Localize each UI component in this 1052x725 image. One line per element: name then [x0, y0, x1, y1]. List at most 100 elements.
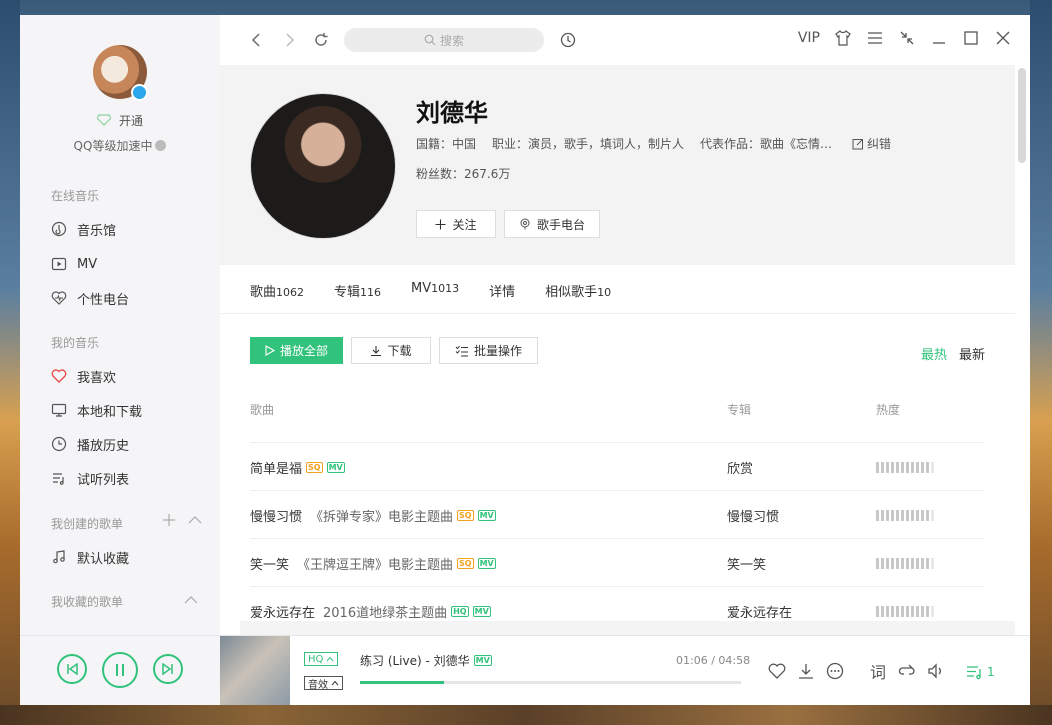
chevron-up-icon[interactable]	[184, 592, 198, 611]
heat-bar	[926, 462, 929, 473]
tab-1[interactable]: 专辑116	[334, 281, 381, 300]
like-icon[interactable]	[768, 662, 786, 680]
tab-label: MV	[411, 281, 432, 296]
sidebar-item-mv[interactable]: MV	[51, 253, 97, 275]
music-hall-icon	[51, 221, 67, 237]
chevron-up-icon[interactable]	[188, 512, 202, 531]
player-bar: HQ 音效 练习 (Live) - 刘德华 MV 01:06 / 04:58 词	[20, 635, 1030, 705]
close-icon[interactable]	[994, 29, 1012, 47]
qq-level-label: QQ等级加速中	[73, 139, 153, 153]
artist-radio-button[interactable]: 歌手电台	[504, 210, 600, 238]
sort-hot-link[interactable]: 最热	[921, 344, 947, 363]
pause-button[interactable]	[102, 652, 138, 688]
song-subtitle: 2016道地绿茶主题曲	[323, 606, 448, 621]
song-title[interactable]: 简单是福	[250, 458, 302, 477]
tab-0[interactable]: 歌曲1062	[250, 281, 304, 300]
sidebar-item-label: 本地和下载	[77, 404, 143, 420]
tab-4[interactable]: 相似歌手10	[545, 281, 611, 300]
player-controls	[20, 636, 220, 705]
follow-label: 关注	[452, 217, 477, 232]
menu-icon[interactable]	[866, 29, 884, 47]
download-button[interactable]: 下载	[351, 337, 431, 364]
maximize-icon[interactable]	[962, 29, 980, 47]
sound-effect-select[interactable]: 音效	[304, 676, 343, 691]
artist-works[interactable]: 代表作品：歌曲《忘情…	[700, 135, 832, 152]
sidebar-item-favorites[interactable]: 我喜欢	[51, 365, 116, 387]
search-input[interactable]: 搜索	[344, 28, 544, 52]
sidebar-item-local-download[interactable]: 本地和下载	[51, 399, 142, 421]
download-icon[interactable]	[797, 662, 815, 680]
table-row[interactable]: 笑一笑 《王牌逗王牌》电影主题曲 SQ MV 笑一笑	[250, 539, 985, 586]
table-row[interactable]: 慢慢习惯 《拆弹专家》电影主题曲 SQ MV 慢慢习惯	[250, 491, 985, 538]
sidebar-item-radio[interactable]: 个性电台	[51, 287, 129, 309]
tab-3[interactable]: 详情	[489, 281, 515, 300]
song-title[interactable]: 慢慢习惯	[250, 506, 302, 525]
now-playing-title[interactable]: 练习 (Live) - 刘德华 MV	[360, 652, 492, 669]
window-tools: VIP	[798, 29, 1012, 47]
sidebar-item-label: 个性电台	[77, 292, 130, 308]
mv-badge[interactable]: MV	[477, 558, 496, 569]
heat-bar	[916, 606, 919, 617]
song-title[interactable]: 笑一笑	[250, 554, 289, 573]
section-my-music: 我的音乐	[51, 336, 100, 350]
batch-operation-button[interactable]: 批量操作	[439, 337, 538, 364]
sidebar-item-music-hall[interactable]: 音乐馆	[51, 218, 116, 240]
play-queue-button[interactable]: 1	[966, 664, 995, 680]
qq-level-row[interactable]: QQ等级加速中	[20, 137, 220, 154]
artist-header: 刘德华 国籍：中国 职业：演员，歌手，填词人，制片人 代表作品：歌曲《忘情… 纠…	[220, 65, 1015, 265]
song-name-cell[interactable]: 简单是福 SQ MV	[250, 458, 345, 477]
heat-bar	[891, 558, 894, 569]
heat-bar	[906, 558, 909, 569]
search-icon	[424, 34, 436, 46]
progress-bar[interactable]	[360, 681, 741, 684]
content-scrollbar[interactable]	[1015, 65, 1030, 635]
play-all-button[interactable]: 播放全部	[250, 337, 343, 364]
desktop-background-right	[1030, 0, 1052, 725]
table-row[interactable]: 简单是福 SQ MV 欣赏	[250, 443, 985, 490]
next-button[interactable]	[153, 654, 183, 684]
album-cell[interactable]: 爱永远存在	[727, 602, 792, 621]
mv-badge[interactable]: MV	[477, 510, 496, 521]
song-title[interactable]: 爱永远存在	[250, 602, 315, 621]
heat-bar	[916, 510, 919, 521]
add-icon[interactable]	[162, 512, 176, 531]
listen-recognize-icon[interactable]	[560, 32, 576, 48]
mini-mode-icon[interactable]	[898, 29, 916, 47]
song-name-cell[interactable]: 爱永远存在 2016道地绿茶主题曲 HQ MV	[250, 602, 491, 621]
loop-icon[interactable]	[898, 662, 916, 680]
follow-button[interactable]: 关注	[416, 210, 496, 238]
previous-button[interactable]	[57, 654, 87, 684]
song-name-cell[interactable]: 慢慢习惯 《拆弹专家》电影主题曲 SQ MV	[250, 506, 496, 525]
back-icon[interactable]	[248, 31, 266, 49]
album-cover[interactable]	[220, 636, 290, 705]
minimize-icon[interactable]	[930, 29, 948, 47]
quality-select[interactable]: HQ	[304, 652, 339, 666]
forward-icon[interactable]	[280, 31, 298, 49]
mv-badge[interactable]: MV	[473, 655, 492, 666]
lyrics-button[interactable]: 词	[869, 662, 887, 682]
heat-meter	[876, 606, 934, 617]
correct-link[interactable]: 纠错	[852, 135, 891, 152]
scrollbar-thumb[interactable]	[1018, 68, 1026, 163]
heat-meter	[876, 558, 934, 569]
more-icon[interactable]	[826, 662, 844, 680]
vip-open-row[interactable]: 开通	[20, 111, 220, 129]
sidebar-item-default-collection[interactable]: 默认收藏	[51, 546, 129, 568]
mv-badge[interactable]: MV	[472, 606, 491, 617]
volume-icon[interactable]	[927, 662, 945, 680]
sidebar-item-history[interactable]: 播放历史	[51, 433, 129, 455]
heat-bar	[901, 510, 904, 521]
tab-2[interactable]: MV1013	[411, 281, 459, 300]
album-cell[interactable]: 慢慢习惯	[727, 506, 779, 525]
album-cell[interactable]: 笑一笑	[727, 554, 766, 573]
song-name-cell[interactable]: 笑一笑 《王牌逗王牌》电影主题曲 SQ MV	[250, 554, 496, 573]
sidebar-item-trial-list[interactable]: 试听列表	[51, 467, 129, 489]
sort-new-link[interactable]: 最新	[959, 344, 985, 363]
song-subtitle: 《拆弹专家》电影主题曲	[310, 510, 454, 525]
skin-icon[interactable]	[834, 29, 852, 47]
refresh-icon[interactable]	[312, 31, 330, 49]
vip-link[interactable]: VIP	[798, 30, 820, 46]
mv-badge[interactable]: MV	[326, 462, 345, 473]
album-cell[interactable]: 欣赏	[727, 458, 753, 477]
heat-bar	[881, 606, 884, 617]
